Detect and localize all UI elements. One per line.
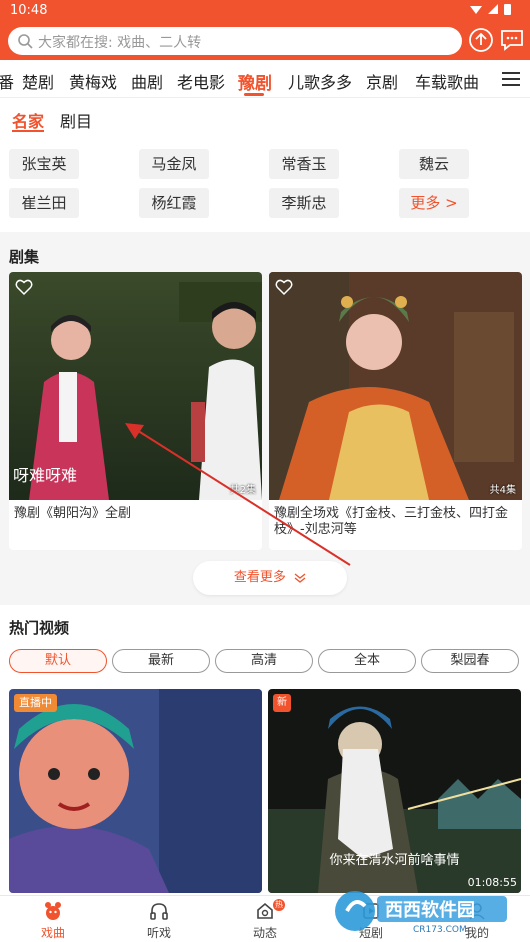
- tab-category[interactable]: 京剧: [366, 69, 398, 93]
- arrow-annotation: [125, 423, 351, 566]
- video-subtitle: 你来在清水河前啥事情: [329, 853, 460, 868]
- nav-item-dynamic[interactable]: 热 动态: [212, 896, 318, 942]
- filter-liyuanchun[interactable]: 梨园春: [421, 649, 519, 673]
- status-icons: [466, 3, 516, 20]
- artist-chip[interactable]: 常香玉: [269, 149, 339, 179]
- new-badge: 新: [273, 694, 291, 712]
- message-icon[interactable]: [499, 27, 525, 53]
- nav-item-listen[interactable]: 听戏: [106, 896, 212, 942]
- heart-icon[interactable]: [15, 278, 33, 296]
- subtab-indicator: [12, 130, 44, 132]
- chevron-down-icon: [294, 572, 306, 583]
- view-more-label: 查看更多: [233, 570, 286, 585]
- filter-full[interactable]: 全本: [318, 649, 416, 673]
- section-title-series: 剧集: [9, 248, 40, 266]
- view-more-button[interactable]: 查看更多: [193, 561, 347, 595]
- section-title-hot: 热门视频: [9, 619, 70, 637]
- search-placeholder: 大家都在搜: 戏曲、二人转: [38, 35, 202, 51]
- artists-panel: 名家 剧目 张宝英 马金凤 常香玉 魏云 崔兰田 杨红霞 李斯忠 更多 >: [0, 98, 530, 232]
- artists-more-button[interactable]: 更多 >: [399, 188, 469, 218]
- tab-category[interactable]: 黄梅戏: [69, 69, 117, 93]
- dynamic-icon: [257, 902, 273, 919]
- search-icon: [18, 34, 33, 49]
- tab-category[interactable]: 老电影: [177, 69, 225, 93]
- artist-chip[interactable]: 杨红霞: [139, 188, 209, 218]
- wifi-battery-icon: [470, 4, 511, 15]
- tab-indicator: [244, 93, 264, 96]
- artist-chip[interactable]: 李斯忠: [269, 188, 339, 218]
- svg-text:CR173.COM: CR173.COM: [413, 925, 467, 935]
- episode-count: 共4集: [489, 485, 516, 496]
- hot-badge: 热: [273, 899, 285, 911]
- category-tabs: 番 楚剧 黄梅戏 曲剧 老电影 豫剧 儿歌多多 京剧 车载歌曲: [0, 60, 530, 98]
- video-card[interactable]: 直播中: [9, 689, 262, 893]
- opera-icon: [45, 902, 61, 920]
- artist-chip[interactable]: 张宝英: [9, 149, 79, 179]
- headphones-icon: [150, 903, 168, 920]
- tab-category[interactable]: 儿歌多多: [288, 69, 352, 93]
- artist-chip[interactable]: 魏云: [399, 149, 469, 179]
- status-bar: 10:48: [0, 0, 530, 22]
- artist-chip[interactable]: 崔兰田: [9, 188, 79, 218]
- menu-icon[interactable]: [502, 71, 520, 87]
- tab-category[interactable]: 曲剧: [131, 69, 163, 93]
- nav-item-opera[interactable]: 戏曲: [0, 896, 106, 942]
- video-caption: 呀难呀难: [13, 466, 78, 485]
- upload-icon[interactable]: [468, 27, 494, 53]
- tab-category[interactable]: 楚剧: [22, 69, 54, 93]
- filter-default[interactable]: 默认: [9, 649, 107, 673]
- watermark-logo: 西西软件园 CR173.COM: [333, 886, 513, 936]
- nav-label: 听戏: [146, 926, 171, 940]
- video-thumbnail: [9, 689, 262, 893]
- search-bar[interactable]: 大家都在搜: 戏曲、二人转: [8, 27, 462, 55]
- subtab-famous[interactable]: 名家: [12, 108, 44, 132]
- status-time: 10:48: [10, 3, 48, 18]
- tab-category-active[interactable]: 豫剧: [238, 69, 272, 94]
- subtab-repertoire[interactable]: 剧目: [60, 108, 92, 132]
- artist-chip[interactable]: 马金凤: [139, 149, 209, 179]
- video-card[interactable]: 新 你来在清水河前啥事情 01:08:55: [268, 689, 521, 893]
- app-header: 10:48 大家都在搜: 戏曲、二人转: [0, 0, 530, 60]
- tab-category[interactable]: 番: [0, 69, 14, 93]
- nav-label: 戏曲: [40, 926, 65, 940]
- filter-hd[interactable]: 高清: [215, 649, 313, 673]
- tab-category[interactable]: 车载歌曲: [415, 69, 479, 93]
- svg-text:西西软件园: 西西软件园: [385, 899, 475, 921]
- filter-latest[interactable]: 最新: [112, 649, 210, 673]
- live-badge: 直播中: [14, 694, 57, 712]
- heart-icon[interactable]: [275, 278, 293, 296]
- nav-label: 动态: [252, 926, 277, 940]
